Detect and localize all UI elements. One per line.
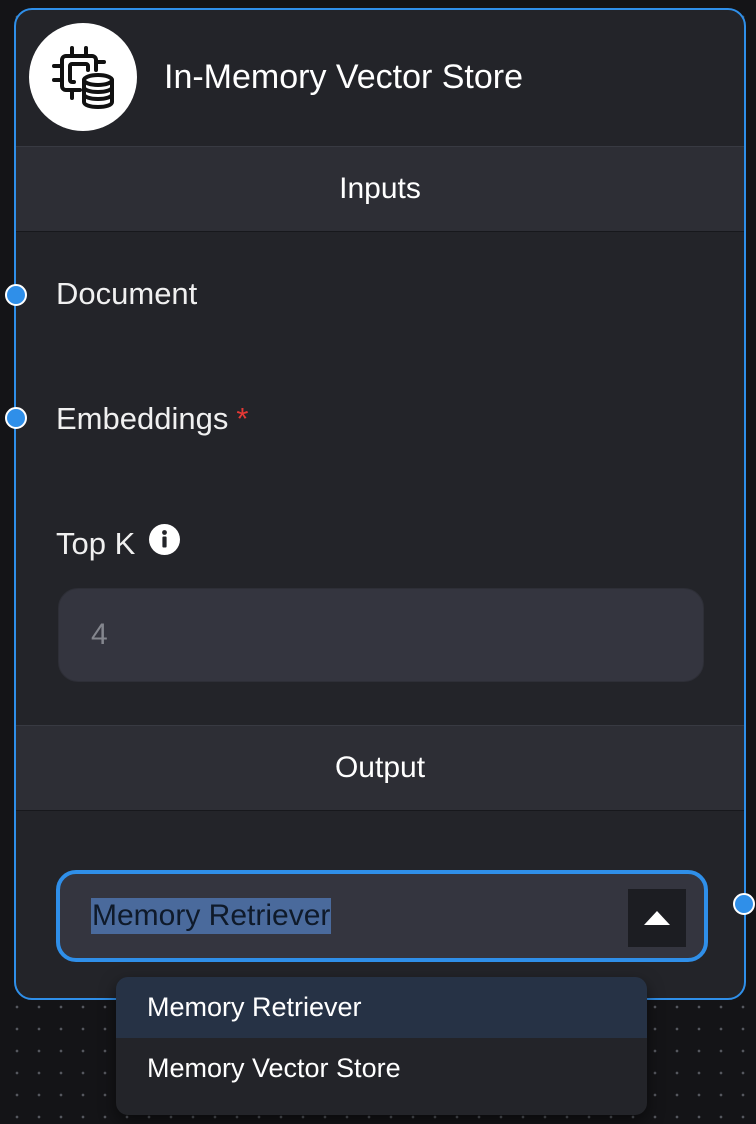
node-title: In-Memory Vector Store: [164, 58, 524, 96]
chip-database-icon: [52, 46, 114, 109]
output-section-header: Output: [16, 725, 744, 811]
node-header[interactable]: In-Memory Vector Store: [16, 10, 744, 146]
topk-label: Top K: [56, 526, 136, 561]
select-toggle-button[interactable]: [628, 889, 686, 947]
output-dropdown-menu: Memory Retriever Memory Vector Store: [116, 977, 647, 1115]
required-indicator: *: [236, 401, 249, 436]
caret-up-icon: [644, 911, 670, 925]
document-input-handle[interactable]: [5, 284, 27, 306]
vector-store-node[interactable]: In-Memory Vector Store Inputs Document E…: [14, 8, 746, 1000]
output-handle[interactable]: [733, 893, 755, 915]
node-logo: [29, 23, 137, 131]
dropdown-option-memory-vector-store[interactable]: Memory Vector Store: [116, 1038, 647, 1099]
output-select[interactable]: Memory Retriever: [56, 870, 708, 962]
topk-label-row: Top K: [56, 524, 181, 563]
embeddings-label-row: Embeddings *: [56, 401, 248, 437]
document-label: Document: [56, 276, 198, 311]
info-icon[interactable]: [149, 524, 181, 563]
embeddings-input-handle[interactable]: [5, 407, 27, 429]
topk-placeholder: 4: [91, 618, 108, 651]
embeddings-label: Embeddings: [56, 401, 229, 436]
dropdown-option-memory-retriever[interactable]: Memory Retriever: [116, 977, 647, 1038]
inputs-section-header: Inputs: [16, 146, 744, 232]
topk-input[interactable]: 4: [58, 588, 704, 682]
output-selected-value: Memory Retriever: [91, 898, 332, 934]
